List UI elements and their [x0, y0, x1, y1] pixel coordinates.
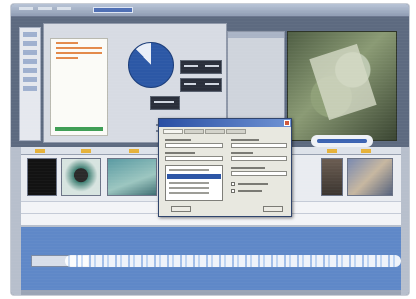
clip-marker[interactable] — [361, 149, 371, 153]
pie-chart — [128, 42, 174, 88]
menu-item-file[interactable] — [19, 7, 33, 10]
properties-panel-header — [228, 32, 284, 38]
tool-button[interactable] — [23, 77, 37, 82]
list-item[interactable] — [169, 182, 209, 184]
tool-button[interactable] — [23, 59, 37, 64]
tool-button[interactable] — [23, 41, 37, 46]
menu-item-edit[interactable] — [38, 7, 52, 10]
cancel-button[interactable] — [263, 206, 283, 212]
text-field[interactable] — [231, 143, 287, 148]
info-label-line — [154, 101, 174, 103]
brand-logo — [311, 135, 373, 147]
tool-button[interactable] — [23, 50, 37, 55]
list-item[interactable] — [169, 187, 209, 189]
checkbox-label — [238, 183, 268, 185]
field-label — [231, 152, 253, 154]
list-item[interactable] — [169, 192, 209, 194]
video-clip-thumbnail[interactable] — [347, 158, 393, 196]
text-field[interactable] — [231, 156, 287, 161]
dialog-tabs — [163, 129, 246, 134]
doc-text-line — [56, 52, 102, 54]
clip-marker[interactable] — [81, 149, 91, 153]
menu-bar — [19, 7, 71, 10]
clip-marker[interactable] — [129, 149, 139, 153]
video-clip-thumbnail[interactable] — [321, 158, 343, 196]
field-label — [165, 139, 191, 141]
doc-footer-bar — [55, 127, 103, 131]
video-clip-thumbnail[interactable] — [27, 158, 57, 196]
clip-marker[interactable] — [327, 149, 337, 153]
info-value-line — [205, 83, 219, 85]
field-label — [165, 152, 195, 154]
ok-button[interactable] — [171, 206, 191, 212]
text-field[interactable] — [165, 156, 223, 161]
tool-button[interactable] — [23, 68, 37, 73]
audio-waveform[interactable] — [65, 255, 401, 267]
dialog-tab[interactable] — [163, 129, 183, 134]
info-box — [180, 78, 222, 92]
text-field[interactable] — [231, 171, 287, 176]
tool-sidebar — [19, 27, 41, 141]
dialog-title-bar[interactable] — [159, 119, 291, 127]
brand-logo-mark — [317, 139, 367, 143]
field-label — [231, 139, 259, 141]
document-preview[interactable] — [50, 38, 108, 136]
clip-marker[interactable] — [35, 149, 45, 153]
info-value-line — [205, 65, 219, 67]
settings-dialog — [158, 118, 292, 217]
video-clip-thumbnail[interactable] — [61, 158, 101, 196]
close-icon[interactable] — [284, 120, 290, 126]
dialog-tab[interactable] — [205, 129, 225, 134]
doc-heading-line — [56, 42, 78, 44]
status-bar — [21, 290, 401, 295]
photo-subject — [309, 43, 377, 121]
info-label-line — [184, 65, 198, 67]
field-label — [231, 167, 265, 169]
doc-text-line — [56, 47, 102, 49]
text-field[interactable] — [165, 143, 223, 148]
photo-preview-pane[interactable] — [287, 31, 397, 141]
active-window-tab[interactable] — [93, 7, 133, 13]
checkbox-label — [238, 190, 262, 192]
dialog-tab[interactable] — [226, 129, 246, 134]
option-checkbox[interactable] — [231, 189, 235, 193]
menu-item-view[interactable] — [57, 7, 71, 10]
doc-text-line — [56, 57, 78, 59]
info-label-line — [184, 83, 196, 85]
tool-button[interactable] — [23, 32, 37, 37]
info-box — [150, 96, 180, 110]
list-item[interactable] — [169, 169, 209, 171]
option-checkbox[interactable] — [231, 182, 235, 186]
tool-button[interactable] — [23, 86, 37, 91]
video-clip-thumbnail[interactable] — [107, 158, 157, 196]
audio-track — [21, 227, 401, 291]
dialog-tab[interactable] — [184, 129, 204, 134]
list-item-selected[interactable] — [167, 174, 221, 179]
info-box — [180, 60, 222, 74]
options-listbox[interactable] — [165, 165, 223, 201]
application-title-bar — [11, 4, 409, 17]
